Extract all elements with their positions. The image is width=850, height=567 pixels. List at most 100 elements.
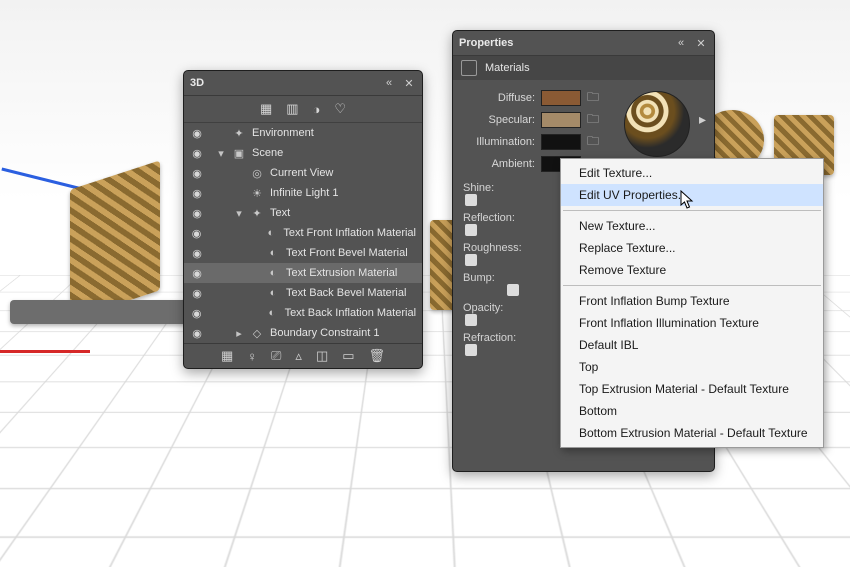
visibility-eye-icon[interactable]: ◉ [190, 167, 204, 180]
item-type-icon: ◎ [250, 166, 264, 180]
panel-properties-header[interactable]: Properties « ✕ [453, 31, 714, 56]
scene-item-label: Text [270, 207, 290, 219]
footer-icon[interactable]: ◫ [316, 348, 328, 364]
slider-knob[interactable] [465, 344, 477, 356]
item-type-icon: ▣ [232, 146, 246, 160]
menu-item[interactable]: Front Inflation Illumination Texture [561, 312, 823, 334]
visibility-eye-icon[interactable]: ◉ [190, 127, 204, 140]
panel-3d-header[interactable]: 3D « ✕ [184, 71, 422, 96]
collapse-icon[interactable]: « [382, 76, 396, 90]
scene-item-label: Environment [252, 127, 314, 139]
menu-item[interactable]: Front Inflation Bump Texture [561, 290, 823, 312]
visibility-eye-icon[interactable]: ◉ [190, 327, 204, 340]
slider-knob[interactable] [465, 254, 477, 266]
collapse-icon[interactable]: « [674, 36, 688, 50]
close-icon[interactable]: ✕ [402, 76, 416, 90]
diffuse-swatch[interactable] [541, 90, 581, 106]
scene-tree-item[interactable]: ◉ ◐ Text Extrusion Material [184, 263, 422, 283]
disclosure-twist-icon[interactable]: ▾ [216, 147, 226, 160]
visibility-eye-icon[interactable]: ◉ [190, 227, 203, 240]
item-type-icon: ✦ [250, 206, 264, 220]
panel-3d-title: 3D [190, 77, 204, 89]
footer-icon[interactable]: ▦ [221, 348, 233, 364]
menu-item[interactable]: Bottom Extrusion Material - Default Text… [561, 422, 823, 444]
slider-knob[interactable] [465, 194, 477, 206]
footer-icon[interactable]: ▭ [342, 348, 354, 364]
visibility-eye-icon[interactable]: ◉ [190, 267, 204, 280]
preview-next-icon[interactable]: ▸ [699, 111, 706, 128]
panel-3d-footer: ▦ ♀ ⎚ ▵ ◫ ▭ 🗑 [184, 343, 422, 368]
panel-3d[interactable]: 3D « ✕ ▦ ▥ ◑ ♡ ◉ ✦ Environment ◉ ▾ ▣ Scene ◉ ◎ Cu… [183, 70, 423, 369]
disclosure-twist-icon[interactable]: ▸ [234, 327, 244, 340]
scene-tree-item[interactable]: ◉ ☀ Infinite Light 1 [184, 183, 422, 203]
footer-icon[interactable]: ⎚ [271, 348, 281, 364]
menu-item[interactable]: Top Extrusion Material - Default Texture [561, 378, 823, 400]
scene-item-label: Text Back Inflation Material [285, 307, 416, 319]
item-type-icon: ◇ [250, 326, 264, 340]
slider-knob[interactable] [465, 224, 477, 236]
scene-tree-item[interactable]: ◉ ◐ Text Front Bevel Material [184, 243, 422, 263]
illumination-swatch[interactable] [541, 134, 581, 150]
item-type-icon: ◐ [266, 266, 280, 280]
menu-item[interactable]: Bottom [561, 400, 823, 422]
toolbar-icon[interactable]: ♡ [334, 101, 346, 117]
menu-item[interactable]: Remove Texture [561, 259, 823, 281]
illumination-texture-icon[interactable]: 🗀 [585, 135, 601, 149]
scene-tree-item[interactable]: ◉ ▾ ▣ Scene [184, 143, 422, 163]
visibility-eye-icon[interactable]: ◉ [190, 187, 204, 200]
footer-icon[interactable]: ♀ [247, 349, 257, 364]
menu-item[interactable]: New Texture... [561, 215, 823, 237]
scene-tree-item[interactable]: ◉ ▾ ✦ Text [184, 203, 422, 223]
scene-tree-item[interactable]: ◉ ▸ ◇ Boundary Constraint 1 [184, 323, 422, 343]
scene-tree-item[interactable]: ◉ ◐ Text Back Inflation Material [184, 303, 422, 323]
footer-icon[interactable]: ▵ [295, 348, 302, 364]
diffuse-texture-icon[interactable]: 🗀 [585, 91, 601, 105]
scene-tree-item[interactable]: ◉◐Text Front Inflation Material [184, 223, 422, 243]
visibility-eye-icon[interactable]: ◉ [190, 147, 204, 160]
scene-item-label: Text Front Bevel Material [286, 247, 408, 259]
specular-label: Specular: [463, 114, 541, 126]
disclosure-twist-icon[interactable]: ▾ [234, 207, 244, 220]
toolbar-icon[interactable]: ▦ [260, 101, 272, 117]
menu-item[interactable]: Top [561, 356, 823, 378]
properties-subheader: Materials [453, 56, 714, 80]
item-type-icon: ◐ [266, 246, 280, 260]
item-type-icon: ◐ [265, 306, 278, 320]
scene-base [10, 300, 190, 324]
scene-tree-item[interactable]: ◉ ◎ Current View [184, 163, 422, 183]
scene-item-label: Scene [252, 147, 283, 159]
footer-icon[interactable]: 🗑 [369, 348, 386, 364]
properties-subtitle: Materials [485, 62, 530, 74]
illumination-label: Illumination: [463, 136, 541, 148]
scene-item-label: Text Extrusion Material [286, 267, 397, 279]
texture-context-menu[interactable]: Edit Texture...Edit UV Properties... New … [560, 158, 824, 448]
menu-item[interactable]: Replace Texture... [561, 237, 823, 259]
slider-knob[interactable] [507, 284, 519, 296]
scene-tree-item[interactable]: ◉ ✦ Environment [184, 123, 422, 143]
visibility-eye-icon[interactable]: ◉ [190, 307, 203, 320]
specular-texture-icon[interactable]: 🗀 [585, 113, 601, 127]
visibility-eye-icon[interactable]: ◉ [190, 247, 204, 260]
toolbar-icon[interactable]: ▥ [286, 101, 298, 117]
scene-tree[interactable]: ◉ ✦ Environment ◉ ▾ ▣ Scene ◉ ◎ Current View ◉ ☀ Inf… [184, 123, 422, 343]
item-type-icon: ✦ [232, 126, 246, 140]
scene-item-label: Text Back Bevel Material [286, 287, 406, 299]
scene-item-label: Current View [270, 167, 333, 179]
slider-knob[interactable] [465, 314, 477, 326]
menu-item[interactable]: Edit UV Properties... [561, 184, 823, 206]
menu-separator [563, 210, 821, 211]
item-type-icon: ☀ [250, 186, 264, 200]
specular-swatch[interactable] [541, 112, 581, 128]
close-icon[interactable]: ✕ [694, 36, 708, 50]
material-preview-sphere[interactable] [624, 91, 690, 157]
scene-item-label: Boundary Constraint 1 [270, 327, 379, 339]
scene-tree-item[interactable]: ◉ ◐ Text Back Bevel Material [184, 283, 422, 303]
visibility-eye-icon[interactable]: ◉ [190, 287, 204, 300]
menu-item[interactable]: Edit Texture... [561, 162, 823, 184]
menu-item[interactable]: Default IBL [561, 334, 823, 356]
toolbar-icon[interactable]: ◑ [313, 102, 321, 117]
visibility-eye-icon[interactable]: ◉ [190, 207, 204, 220]
item-type-icon: ◐ [266, 286, 280, 300]
scene-item-label: Infinite Light 1 [270, 187, 339, 199]
item-type-icon: ◐ [264, 226, 277, 240]
